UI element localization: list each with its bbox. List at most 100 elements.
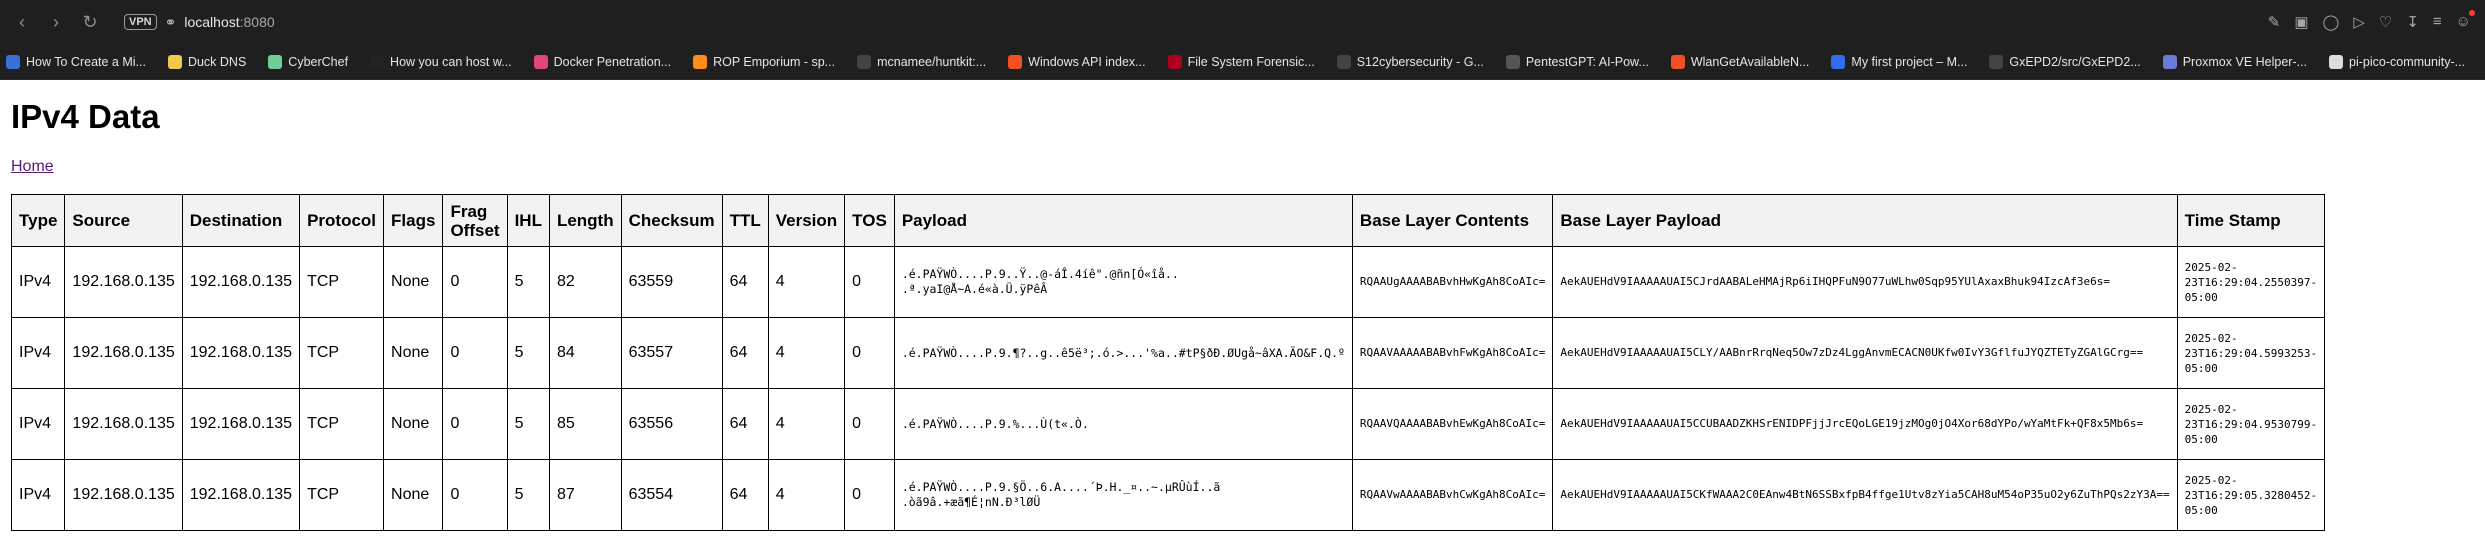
cell-ttl: 64 xyxy=(721,459,769,531)
table-body: IPv4 192.168.0.135 192.168.0.135 TCP None 0 5 8… xyxy=(10,246,2326,531)
bookmark-favicon-icon xyxy=(1008,54,1023,69)
bookmarks-bar: How To Create a Mi... Duck DNS CyberChef Ho… xyxy=(0,44,2485,80)
cell-flags: None xyxy=(383,459,444,531)
bookmark-label: Docker Penetration... xyxy=(553,54,672,69)
home-link[interactable]: Home xyxy=(11,158,54,176)
table-row: IPv4 192.168.0.135 192.168.0.135 TCP None 0 5 8… xyxy=(10,317,2326,389)
bookmark-item[interactable]: WlanGetAvailableN... xyxy=(1670,54,1810,69)
bookmark-favicon-icon xyxy=(2329,54,2344,69)
bookmark-label: Windows API index... xyxy=(1028,54,1146,69)
cell-frag-offset: 0 xyxy=(442,246,508,318)
cell-payload: .é.PAŸWÒ....P.9.§Ö..6.A....´Þ.H._¤..~.µR… xyxy=(893,459,1353,531)
bookmark-item[interactable]: File System Forensic... xyxy=(1167,54,1315,69)
cell-destination: 192.168.0.135 xyxy=(181,459,301,531)
site-info-icon[interactable]: ⚭ xyxy=(165,14,177,31)
cell-flags: None xyxy=(383,388,444,460)
cell-frag-offset: 0 xyxy=(442,388,508,460)
column-header: Type xyxy=(10,194,66,247)
shield-icon[interactable]: ◯ xyxy=(2323,13,2340,31)
bookmark-item[interactable]: GxEPD2/src/GxEPD2... xyxy=(1989,54,2141,69)
cell-checksum: 63557 xyxy=(620,317,723,389)
bookmark-item[interactable]: S12cybersecurity - G... xyxy=(1336,54,1484,69)
bookmark-item[interactable]: How To Create a Mi... xyxy=(6,54,146,69)
ipv4-table: Type Source Destination Protocol Flags Frag O… xyxy=(10,194,2326,531)
cell-payload: .é.PAŸWÒ....P.9..Ÿ..@-áÎ.4íê".@ñn[Ó«îå..… xyxy=(893,246,1353,318)
notification-dot xyxy=(2469,10,2475,16)
cell-length: 85 xyxy=(548,388,622,460)
bookmark-item[interactable]: mcnamee/huntkit:... xyxy=(857,54,986,69)
cell-timestamp: 2025-02- 23T16:29:04.2550397-05:00 xyxy=(2176,246,2326,318)
forward-icon[interactable]: › xyxy=(42,8,70,36)
bookmark-label: ROP Emporium - sp... xyxy=(713,54,836,69)
bookmark-item[interactable]: ROP Emporium - sp... xyxy=(693,54,836,69)
heart-icon[interactable]: ♡ xyxy=(2379,13,2392,31)
menu-icon[interactable]: ≡ xyxy=(2433,13,2442,31)
toolbar-actions: ✎ ▣ ◯ ▷ ♡ ↧ ≡ ☺ xyxy=(2268,10,2477,31)
cell-type: IPv4 xyxy=(10,246,66,318)
cell-base-layer-contents: RQAAVAAAAABABvhFwKgAh8CoAIc= xyxy=(1351,317,1554,389)
bookmark-item[interactable]: How you can host w... xyxy=(370,54,512,69)
cell-protocol: TCP xyxy=(299,246,385,318)
address-bar[interactable]: localhost:8080 xyxy=(184,14,274,30)
bookmark-favicon-icon xyxy=(6,54,20,69)
edit-icon[interactable]: ✎ xyxy=(2268,13,2281,31)
column-header: Base Layer Contents xyxy=(1351,194,1554,247)
back-icon[interactable]: ‹ xyxy=(8,8,36,36)
bookmark-label: How you can host w... xyxy=(390,54,512,69)
vpn-badge[interactable]: VPN xyxy=(124,14,157,30)
bookmark-favicon-icon xyxy=(1505,54,1520,69)
cell-base-layer-payload: AekAUEHdV9IAAAAAUAI5CLY/AABnrRrqNeq5Ow7z… xyxy=(1552,317,2178,389)
cell-destination: 192.168.0.135 xyxy=(181,317,301,389)
reload-icon[interactable]: ↻ xyxy=(76,8,104,36)
bookmark-item[interactable]: Windows API index... xyxy=(1008,54,1146,69)
cell-length: 87 xyxy=(548,459,622,531)
bookmark-favicon-icon xyxy=(857,54,872,69)
cell-frag-offset: 0 xyxy=(442,317,508,389)
play-icon[interactable]: ▷ xyxy=(2353,13,2365,31)
bookmark-favicon-icon xyxy=(370,54,385,69)
bookmark-favicon-icon xyxy=(1336,54,1351,69)
cell-timestamp: 2025-02- 23T16:29:05.3280452-05:00 xyxy=(2176,459,2326,531)
cell-base-layer-contents: RQAAVQAAAABABvhEwKgAh8CoAIc= xyxy=(1351,388,1554,460)
cell-base-layer-payload: AekAUEHdV9IAAAAAUAI5CKfWAAA2C0EAnw4BtN6S… xyxy=(1552,459,2178,531)
cell-checksum: 63559 xyxy=(620,246,723,318)
bookmark-favicon-icon xyxy=(167,54,182,69)
column-header: IHL xyxy=(506,194,550,247)
bookmark-label: CyberChef xyxy=(288,54,349,69)
column-header: Length xyxy=(548,194,622,247)
camera-icon[interactable]: ▣ xyxy=(2294,13,2308,31)
cell-ihl: 5 xyxy=(506,317,550,389)
bookmark-item[interactable]: PentestGPT: AI-Pow... xyxy=(1505,54,1649,69)
bookmark-item[interactable]: pi-pico-community-... xyxy=(2329,54,2465,69)
cell-length: 84 xyxy=(548,317,622,389)
cell-source: 192.168.0.135 xyxy=(64,246,183,318)
profile-icon[interactable]: ☺ xyxy=(2456,10,2475,31)
download-icon[interactable]: ↧ xyxy=(2406,13,2419,31)
bookmark-item[interactable]: CyberChef xyxy=(268,54,349,69)
column-header: Flags xyxy=(383,194,444,247)
bookmark-item[interactable]: Proxmox VE Helper-... xyxy=(2162,54,2307,69)
cell-type: IPv4 xyxy=(10,388,66,460)
column-header: Time Stamp xyxy=(2176,194,2326,247)
bookmark-item[interactable]: My first project – M... xyxy=(1831,54,1967,69)
cell-source: 192.168.0.135 xyxy=(64,459,183,531)
bookmark-favicon-icon xyxy=(268,54,283,69)
cell-source: 192.168.0.135 xyxy=(64,317,183,389)
column-header: Base Layer Payload xyxy=(1552,194,2178,247)
cell-timestamp: 2025-02- 23T16:29:04.9530799-05:00 xyxy=(2176,388,2326,460)
cell-base-layer-contents: RQAAUgAAAABABvhHwKgAh8CoAIc= xyxy=(1351,246,1554,318)
cell-protocol: TCP xyxy=(299,459,385,531)
cell-ttl: 64 xyxy=(721,246,769,318)
bookmark-item[interactable]: Docker Penetration... xyxy=(533,54,672,69)
cell-type: IPv4 xyxy=(10,317,66,389)
bookmark-item[interactable]: Duck DNS xyxy=(167,54,246,69)
bookmark-favicon-icon xyxy=(1831,54,1846,69)
bookmark-label: GxEPD2/src/GxEPD2... xyxy=(2009,54,2141,69)
column-header: TTL xyxy=(721,194,769,247)
cell-timestamp: 2025-02- 23T16:29:04.5993253-05:00 xyxy=(2176,317,2326,389)
column-header: Destination xyxy=(181,194,301,247)
column-header: Protocol xyxy=(299,194,385,247)
bookmark-label: WlanGetAvailableN... xyxy=(1690,54,1810,69)
bookmark-label: S12cybersecurity - G... xyxy=(1356,54,1484,69)
cell-tos: 0 xyxy=(844,459,895,531)
